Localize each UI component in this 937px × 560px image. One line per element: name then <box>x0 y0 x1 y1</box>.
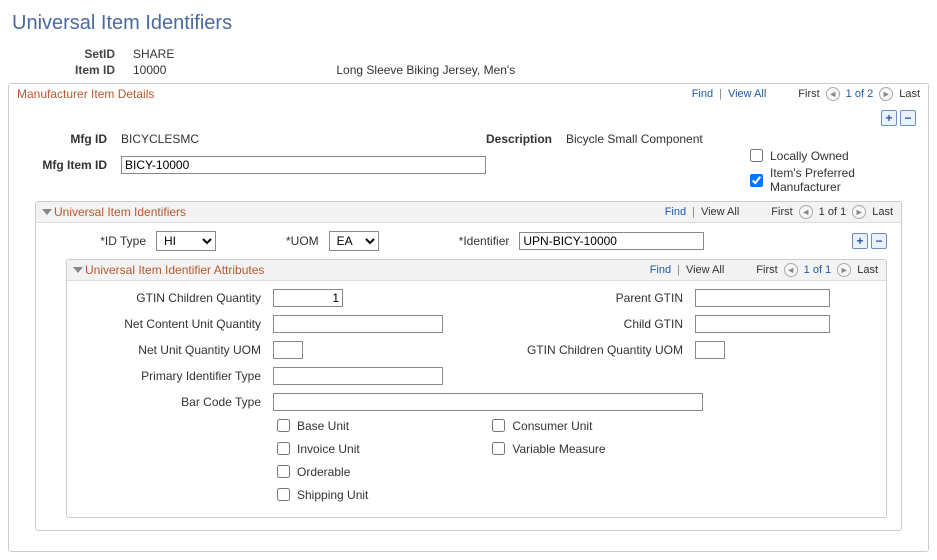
manufacturer-item-details-section: Manufacturer Item Details Find | View Al… <box>8 83 929 552</box>
mfg-section-title: Manufacturer Item Details <box>17 87 154 101</box>
attr-next-button[interactable]: ► <box>837 263 851 277</box>
child-gtin-label: Child GTIN <box>469 317 689 331</box>
orderable-label: Orderable <box>297 465 350 479</box>
uii-next-button[interactable]: ► <box>852 205 866 219</box>
mfg-find-link[interactable]: Find <box>692 88 713 100</box>
uii-attributes-section: Universal Item Identifier Attributes Fin… <box>66 259 887 518</box>
net-content-unit-qty-label: Net Content Unit Quantity <box>77 317 267 331</box>
mfgid-label: Mfg ID <box>21 132 121 146</box>
net-unit-qty-uom-input[interactable] <box>273 341 303 359</box>
uom-label: *UOM <box>286 234 319 248</box>
itemid-label: Item ID <box>48 63 133 77</box>
mfg-next-button[interactable]: ► <box>879 87 893 101</box>
uii-count: 1 of 1 <box>819 206 847 218</box>
uii-prev-button[interactable]: ◄ <box>799 205 813 219</box>
attr-prev-button[interactable]: ◄ <box>784 263 798 277</box>
uii-find-link[interactable]: Find <box>665 206 686 218</box>
mfg-count[interactable]: 1 of 2 <box>846 88 874 100</box>
idtype-select[interactable]: HI <box>156 231 216 251</box>
variable-measure-label: Variable Measure <box>512 442 605 456</box>
variable-measure-checkbox[interactable] <box>492 442 505 455</box>
uii-remove-row-button[interactable]: − <box>871 233 887 249</box>
itemid-value: 10000 <box>133 63 166 77</box>
mfg-section-nav: Find | View All First ◄ 1 of 2 ► Last <box>692 87 920 101</box>
checkbox-column-left: Base Unit Invoice Unit Orderable Shippin… <box>273 415 368 505</box>
gtin-children-qty-uom-label: GTIN Children Quantity UOM <box>469 343 689 357</box>
mfg-add-row-button[interactable]: + <box>881 110 897 126</box>
page-title: Universal Item Identifiers <box>12 12 929 35</box>
mfg-item-id-input[interactable] <box>121 156 486 174</box>
idtype-label: *ID Type <box>66 234 146 248</box>
chevron-down-icon[interactable] <box>42 209 52 215</box>
chevron-down-icon[interactable] <box>73 267 83 273</box>
uii-add-row-button[interactable]: + <box>852 233 868 249</box>
attr-section-title: Universal Item Identifier Attributes <box>85 263 264 277</box>
consumer-unit-label: Consumer Unit <box>512 419 592 433</box>
shipping-unit-label: Shipping Unit <box>297 488 368 502</box>
primary-id-type-label: Primary Identifier Type <box>77 369 267 383</box>
mfg-remove-row-button[interactable]: − <box>900 110 916 126</box>
preferred-mfg-checkbox[interactable] <box>750 174 763 187</box>
base-unit-label: Base Unit <box>297 419 349 433</box>
mfg-first-label: First <box>798 88 819 100</box>
invoice-unit-label: Invoice Unit <box>297 442 360 456</box>
mfg-viewall-link[interactable]: View All <box>728 88 766 100</box>
checkbox-column-right: Consumer Unit Variable Measure <box>488 415 605 505</box>
mfg-last-label: Last <box>899 88 920 100</box>
net-content-unit-qty-input[interactable] <box>273 315 443 333</box>
attr-find-link[interactable]: Find <box>650 264 671 276</box>
consumer-unit-checkbox[interactable] <box>492 419 505 432</box>
locally-owned-label: Locally Owned <box>770 149 849 163</box>
invoice-unit-checkbox[interactable] <box>277 442 290 455</box>
mfgid-value: BICYCLESMC <box>121 132 199 146</box>
uii-section: Universal Item Identifiers Find | View A… <box>35 201 902 531</box>
child-gtin-input[interactable] <box>695 315 830 333</box>
net-unit-qty-uom-label: Net Unit Quantity UOM <box>77 343 267 357</box>
preferred-mfg-label: Item's Preferred Manufacturer <box>770 166 916 194</box>
attr-first-label: First <box>756 264 777 276</box>
primary-id-type-input[interactable] <box>273 367 443 385</box>
orderable-checkbox[interactable] <box>277 465 290 478</box>
attr-last-label: Last <box>857 264 878 276</box>
parent-gtin-input[interactable] <box>695 289 830 307</box>
mfg-prev-button[interactable]: ◄ <box>826 87 840 101</box>
mfg-item-id-label: Mfg Item ID <box>21 158 121 172</box>
attr-count[interactable]: 1 of 1 <box>804 264 832 276</box>
mfg-desc-value: Bicycle Small Component <box>566 132 703 146</box>
mfg-desc-label: Description <box>486 132 566 146</box>
uii-viewall-label: View All <box>701 206 739 218</box>
barcode-type-input[interactable] <box>273 393 703 411</box>
item-description: Long Sleeve Biking Jersey, Men's <box>336 63 515 77</box>
identifier-input[interactable] <box>519 232 704 250</box>
uii-last-label: Last <box>872 206 893 218</box>
shipping-unit-checkbox[interactable] <box>277 488 290 501</box>
locally-owned-checkbox[interactable] <box>750 149 763 162</box>
gtin-children-qty-uom-input[interactable] <box>695 341 725 359</box>
gtin-children-qty-input[interactable] <box>273 289 343 307</box>
uom-select[interactable]: EA <box>329 231 379 251</box>
base-unit-checkbox[interactable] <box>277 419 290 432</box>
setid-label: SetID <box>48 47 133 61</box>
setid-value: SHARE <box>133 47 174 61</box>
attr-viewall-label: View All <box>686 264 724 276</box>
identifier-label: *Identifier <box>459 234 510 248</box>
nav-separator: | <box>719 88 722 100</box>
uii-first-label: First <box>771 206 792 218</box>
barcode-type-label: Bar Code Type <box>77 395 267 409</box>
gtin-children-qty-label: GTIN Children Quantity <box>77 291 267 305</box>
uii-section-title: Universal Item Identifiers <box>54 205 186 219</box>
parent-gtin-label: Parent GTIN <box>469 291 689 305</box>
